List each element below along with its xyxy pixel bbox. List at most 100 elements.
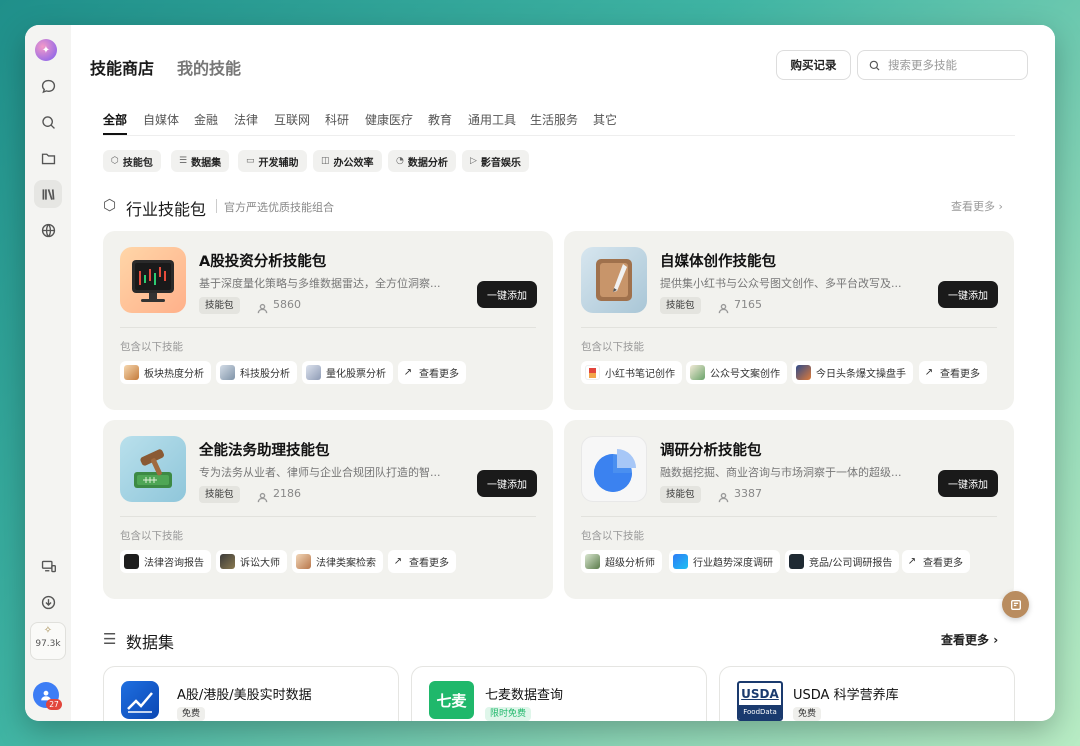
book-icon [296,554,311,569]
database-icon: ☰ [179,156,188,166]
skill-more-link[interactable]: ↗ 查看更多 [919,361,987,384]
package-icon: ⬡ [103,196,117,214]
user-count-icon [718,488,729,503]
dataset-card[interactable]: A股/港股/美股实时数据 免费 [103,666,399,721]
filter-dev[interactable]: ▭ 开发辅助 [238,150,307,172]
filter-data-analysis[interactable]: ◔ 数据分析 [388,150,456,172]
feedback-float-button[interactable] [1002,591,1029,618]
dataset-card[interactable]: USDA FoodData USDA 科学营养库 免费 [719,666,1015,721]
category-other[interactable]: 其它 [593,111,617,128]
category-finance[interactable]: 金融 [194,111,218,128]
includes-label: 包含以下技能 [581,341,644,353]
search-icon [869,60,880,70]
pack-title: 自媒体创作技能包 [660,254,776,270]
skill-more-link[interactable]: ↗ 查看更多 [398,361,466,384]
app-window: ✦ ✧ 97.3k 27 技能商店 我的技能 购买记录 搜索更多技能 全部 自媒… [25,25,1055,721]
user-count-icon [257,299,268,314]
sparkle-icon: ✧ [43,625,53,636]
skill-chip[interactable]: 今日头条爆文操盘手 [792,361,913,384]
devices-icon[interactable] [34,552,62,580]
skill-chip[interactable]: 超级分析师 [581,550,662,573]
tab-skill-store[interactable]: 技能商店 [90,55,154,79]
includes-label: 包含以下技能 [120,530,183,542]
skill-chip[interactable]: 法律类案检索 [292,550,383,573]
industry-more-link[interactable]: 查看更多 › [951,198,1003,214]
qimai-logo: 七麦 [429,681,474,719]
card-divider [581,327,997,328]
pack-type-badge: 技能包 [199,486,240,503]
logo-icon[interactable]: ✦ [35,39,57,61]
pack-description: 提供集小红书与公众号图文创作、多平台改写及... [660,277,902,290]
pack-title: 调研分析技能包 [660,443,762,459]
cube-icon: ⬡ [111,156,119,166]
chevron-right-icon: › [993,633,999,647]
add-pack-button[interactable]: 一键添加 [477,281,537,308]
search-placeholder: 搜索更多技能 [888,58,957,72]
skill-chip[interactable]: 板块热度分析 [120,361,211,384]
category-life[interactable]: 生活服务 [530,111,578,128]
download-icon[interactable] [34,588,62,616]
skill-chip[interactable]: 科技股分析 [216,361,297,384]
dataset-card[interactable]: 七麦 七麦数据查询 限时免费 [411,666,707,721]
search-input[interactable]: 搜索更多技能 [857,50,1028,80]
skill-chip[interactable]: 公众号文案创作 [686,361,787,384]
add-pack-button[interactable]: 一键添加 [938,281,998,308]
includes-label: 包含以下技能 [120,341,183,353]
includes-label: 包含以下技能 [581,530,644,542]
chip-icon [220,365,235,380]
add-pack-button[interactable]: 一键添加 [477,470,537,497]
category-divider [103,135,1015,136]
skill-pack-card[interactable]: A股投资分析技能包 基于深度量化策略与多维数据雷达，全方位洞察... 技能包 5… [103,231,553,410]
skill-chip[interactable]: 小红书笔记创作 [581,361,682,384]
skill-pack-card[interactable]: 全能法务助理技能包 专为法务从业者、律师与企业合规团队打造的智... 技能包 2… [103,420,553,599]
globe-icon[interactable] [34,216,62,244]
skill-more-link[interactable]: ↗ 查看更多 [388,550,456,573]
skill-chip[interactable]: 量化股票分析 [302,361,393,384]
category-tools[interactable]: 通用工具 [468,111,516,128]
skill-pack-card[interactable]: 调研分析技能包 融数据挖掘、商业咨询与市场洞察于一体的超级... 技能包 338… [564,420,1014,599]
usage-counter[interactable]: ✧ 97.3k [30,622,66,660]
pack-type-badge: 技能包 [660,297,701,314]
pack-type-badge: 技能包 [660,486,701,503]
category-internet[interactable]: 互联网 [274,111,310,128]
chat-icon[interactable] [34,72,62,100]
industry-section-subtitle: 官方严选优质技能组合 [224,201,334,214]
search-icon[interactable] [34,108,62,136]
redbook-icon [585,365,600,380]
purchase-history-button[interactable]: 购买记录 [776,50,851,80]
folder-icon[interactable] [34,144,62,172]
pie-chart-icon [581,436,647,502]
pack-type-badge: 技能包 [199,297,240,314]
tab-my-skills[interactable]: 我的技能 [177,55,241,79]
skill-chip[interactable]: 行业趋势深度调研 [669,550,780,573]
skill-chip[interactable]: 竞品/公司调研报告 [785,550,900,573]
add-pack-button[interactable]: 一键添加 [938,470,998,497]
user-count: 5860 [273,298,301,311]
category-education[interactable]: 教育 [428,111,452,128]
library-icon[interactable] [34,180,62,208]
filter-media[interactable]: ▷ 影音娱乐 [462,150,529,172]
skill-pack-card[interactable]: 自媒体创作技能包 提供集小红书与公众号图文创作、多平台改写及... 技能包 71… [564,231,1014,410]
filter-dataset[interactable]: ☰ 数据集 [171,150,230,172]
category-media[interactable]: 自媒体 [143,111,179,128]
notebook-icon [581,247,647,313]
trend-icon [673,554,688,569]
category-health[interactable]: 健康医疗 [365,111,413,128]
arrow-up-right-icon: ↗ [924,367,934,378]
skill-chip[interactable]: 法律咨询报告 [120,550,211,573]
skill-chip[interactable]: 诉讼大师 [216,550,287,573]
fire-icon [124,365,139,380]
category-research[interactable]: 科研 [325,111,349,128]
category-all[interactable]: 全部 [103,111,127,128]
dataset-more-link[interactable]: 查看更多 › [941,631,998,648]
tree-icon [690,365,705,380]
notification-badge: 27 [46,699,62,710]
price-badge: 免费 [177,707,206,721]
note-icon [1010,599,1021,610]
filter-office[interactable]: ◫ 办公效率 [313,150,382,172]
dataset-title: 七麦数据查询 [485,688,564,703]
industry-section-title: 行业技能包 [126,200,207,219]
skill-more-link[interactable]: ↗ 查看更多 [902,550,970,573]
filter-skill-pack[interactable]: ⬡ 技能包 [103,150,161,172]
category-law[interactable]: 法律 [234,111,258,128]
